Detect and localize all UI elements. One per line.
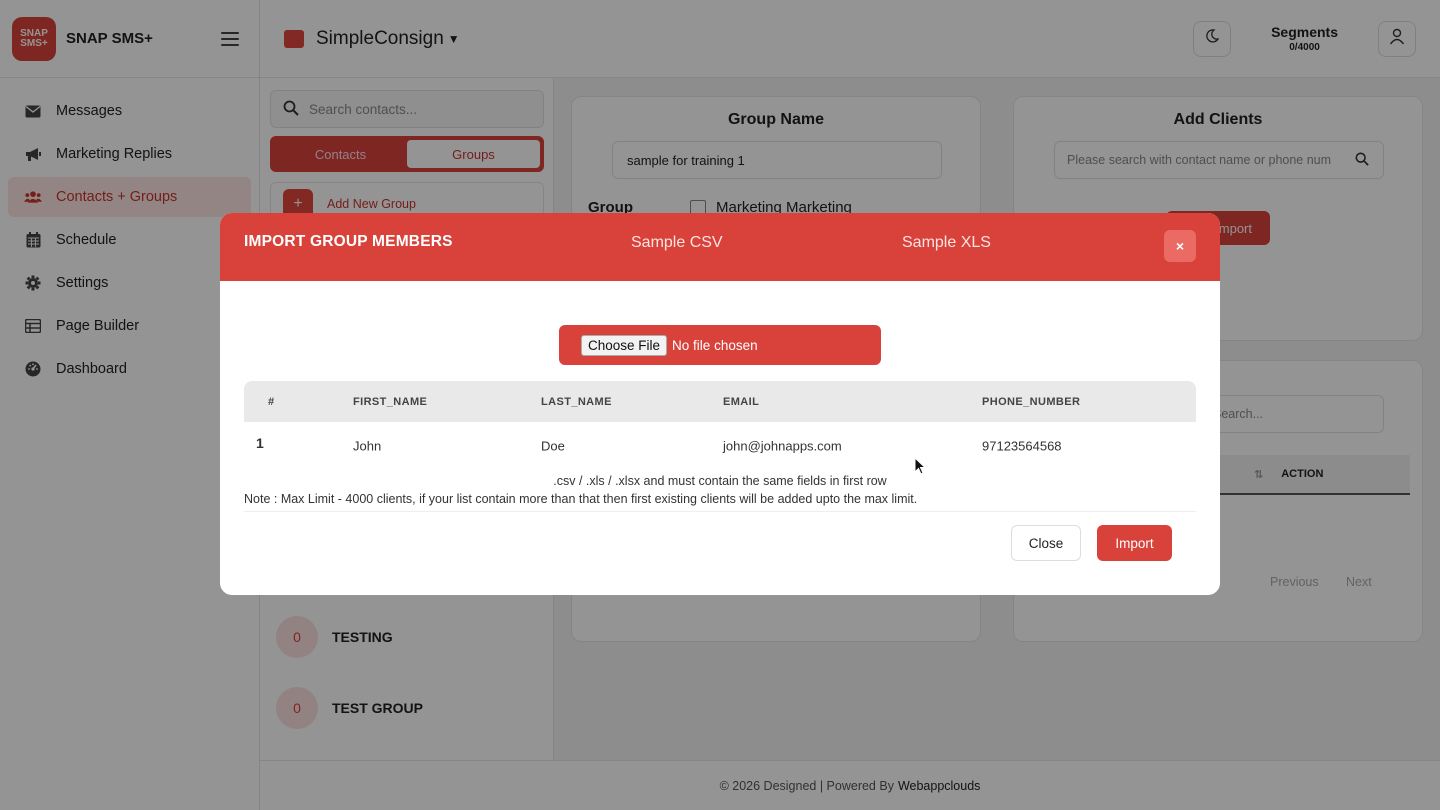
col-header-phone: PHONE_NUMBER xyxy=(982,395,1081,408)
sample-xls-link[interactable]: Sample XLS xyxy=(902,234,991,252)
cell-first-name: John xyxy=(353,438,382,454)
col-header-email: EMAIL xyxy=(723,395,760,408)
modal-header: IMPORT GROUP MEMBERS Sample CSV Sample X… xyxy=(220,213,1220,281)
table-header: # FIRST_NAME LAST_NAME EMAIL PHONE_NUMBE… xyxy=(244,381,1196,422)
cell-last-name: Doe xyxy=(541,438,565,454)
cell-phone: 97123564568 xyxy=(982,438,1062,454)
close-button[interactable]: Close xyxy=(1011,525,1081,561)
mouse-cursor-icon xyxy=(914,456,927,480)
col-header-first-name: FIRST_NAME xyxy=(353,395,428,408)
import-group-members-modal: IMPORT GROUP MEMBERS Sample CSV Sample X… xyxy=(220,213,1220,595)
choose-file-button[interactable]: Choose File xyxy=(581,334,668,356)
modal-divider xyxy=(244,511,1196,512)
limit-note: Note : Max Limit - 4000 clients, if your… xyxy=(244,492,918,506)
col-header-number: # xyxy=(268,395,275,408)
modal-title: IMPORT GROUP MEMBERS xyxy=(244,233,453,250)
row-number: 1 xyxy=(256,435,264,451)
cell-email: john@johnapps.com xyxy=(723,438,842,454)
sample-format-table: # FIRST_NAME LAST_NAME EMAIL PHONE_NUMBE… xyxy=(244,381,1196,470)
sample-csv-link[interactable]: Sample CSV xyxy=(631,234,723,252)
format-note: .csv / .xls / .xlsx and must contain the… xyxy=(553,474,887,488)
table-row: 1 John Doe john@johnapps.com 97123564568 xyxy=(244,422,1196,470)
file-upload-field: Choose File No file chosen xyxy=(559,325,881,365)
file-status: No file chosen xyxy=(672,337,758,353)
col-header-last-name: LAST_NAME xyxy=(541,395,612,408)
close-icon[interactable]: × xyxy=(1164,230,1196,262)
import-button[interactable]: Import xyxy=(1097,525,1172,561)
